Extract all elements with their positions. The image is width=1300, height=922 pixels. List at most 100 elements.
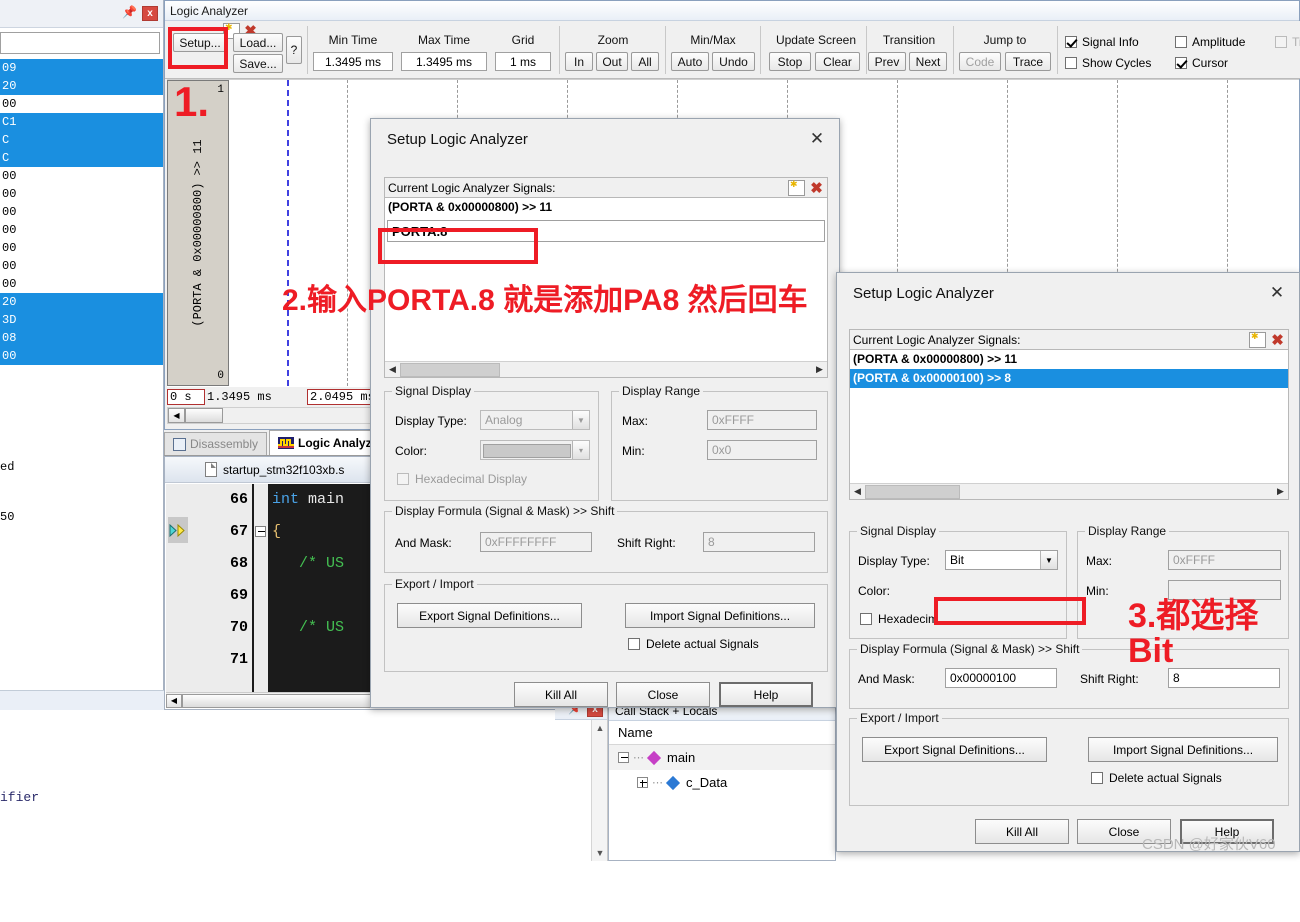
delete-signal-icon[interactable]: ✖ <box>1269 332 1286 349</box>
new-signal-icon[interactable] <box>788 179 805 196</box>
cursor-time-value[interactable]: 0 s <box>167 389 205 405</box>
signal-entry-input[interactable] <box>387 220 825 242</box>
scrollbar-track[interactable] <box>960 485 1273 499</box>
checkbox-icon[interactable] <box>628 638 640 650</box>
transition-next-button[interactable]: Next <box>909 52 947 71</box>
scrollbar-thumb[interactable] <box>865 484 960 499</box>
checkbox-icon[interactable] <box>1175 57 1187 69</box>
checkbox-icon[interactable] <box>1065 57 1077 69</box>
list-item[interactable]: 3D <box>0 311 163 329</box>
checkbox-icon[interactable] <box>860 613 872 625</box>
close-button[interactable]: Close <box>616 682 710 707</box>
jump-to-code-button[interactable]: Code <box>959 52 1001 71</box>
update-clear-button[interactable]: Clear <box>815 52 860 71</box>
and-mask-input[interactable]: 0x00000100 <box>945 668 1057 688</box>
collapse-icon[interactable] <box>618 752 629 763</box>
scrollbar-thumb[interactable] <box>185 408 223 423</box>
display-type-select[interactable]: Bit ▼ <box>945 550 1058 570</box>
min-value-input[interactable]: 0x0 <box>707 440 817 460</box>
checkbox-icon[interactable] <box>397 473 409 485</box>
shift-right-input[interactable]: 8 <box>1168 668 1280 688</box>
list-item[interactable]: C1 <box>0 113 163 131</box>
export-signal-definitions-button[interactable]: Export Signal Definitions... <box>862 737 1047 762</box>
editor-gutter[interactable] <box>166 484 190 692</box>
list-item[interactable]: (PORTA & 0x00000100) >> 8 <box>850 369 1288 388</box>
chevron-down-icon[interactable]: ▾ <box>572 441 589 459</box>
display-type-select[interactable]: Analog ▼ <box>480 410 590 430</box>
import-signal-definitions-button[interactable]: Import Signal Definitions... <box>625 603 815 628</box>
table-row[interactable]: ⋯ c_Data <box>609 770 835 795</box>
left-panel-hex-list[interactable]: 09 20 00 C1 C C 00 00 00 00 00 00 00 20 … <box>0 59 163 365</box>
list-item[interactable]: 00 <box>0 185 163 203</box>
chevron-down-icon[interactable]: ▼ <box>1040 551 1057 569</box>
list-item[interactable]: C <box>0 131 163 149</box>
color-select[interactable]: ▾ <box>480 440 590 460</box>
fold-toggle-icon[interactable] <box>255 526 266 537</box>
checkbox-icon[interactable] <box>1065 36 1077 48</box>
minmax-auto-button[interactable]: Auto <box>671 52 709 71</box>
max-time-value[interactable]: 1.3495 ms <box>401 52 487 71</box>
amplitude-checkbox[interactable]: Amplitude <box>1175 35 1245 49</box>
setup-button[interactable]: Setup... <box>173 33 227 52</box>
list-item[interactable]: 00 <box>0 239 163 257</box>
dialog2-signals-list[interactable]: (PORTA & 0x00000800) >> 11 (PORTA & 0x00… <box>849 350 1289 500</box>
export-signal-definitions-button[interactable]: Export Signal Definitions... <box>397 603 582 628</box>
close-icon[interactable]: ✕ <box>795 124 839 154</box>
list-item[interactable]: (PORTA & 0x00000800) >> 11 <box>385 198 827 217</box>
fold-column[interactable] <box>254 484 268 692</box>
cursor-checkbox[interactable]: Cursor <box>1175 56 1228 70</box>
show-cycles-checkbox[interactable]: Show Cycles <box>1065 56 1151 70</box>
cursor-line[interactable] <box>287 80 289 386</box>
list-item[interactable]: 00 <box>0 347 163 365</box>
scrollbar-track[interactable] <box>500 363 812 377</box>
load-button[interactable]: Load... <box>233 33 283 52</box>
zoom-in-button[interactable]: In <box>565 52 593 71</box>
list-item[interactable]: 00 <box>0 203 163 221</box>
list-item[interactable]: C <box>0 149 163 167</box>
list-hscrollbar[interactable]: ◀ ▶ <box>385 361 827 377</box>
min-time-value[interactable]: 1.3495 ms <box>313 52 393 71</box>
checkbox-icon[interactable] <box>1091 772 1103 784</box>
jump-to-trace-button[interactable]: Trace <box>1005 52 1051 71</box>
left-panel-input[interactable] <box>0 32 160 54</box>
and-mask-input[interactable]: 0xFFFFFFFF <box>480 532 592 552</box>
list-item[interactable]: 08 <box>0 329 163 347</box>
import-signal-definitions-button[interactable]: Import Signal Definitions... <box>1088 737 1278 762</box>
list-item[interactable]: (PORTA & 0x00000800) >> 11 <box>850 350 1288 369</box>
max-value-input[interactable]: 0xFFFF <box>707 410 817 430</box>
shift-right-input[interactable]: 8 <box>703 532 815 552</box>
scroll-up-arrow[interactable]: ▲ <box>592 720 608 736</box>
scrollbar-thumb[interactable] <box>400 362 500 377</box>
list-item[interactable]: 00 <box>0 275 163 293</box>
grid-value[interactable]: 1 ms <box>495 52 551 71</box>
list-item[interactable]: 00 <box>0 95 163 113</box>
save-button[interactable]: Save... <box>233 54 283 73</box>
tab-disassembly[interactable]: Disassembly <box>164 432 268 455</box>
kill-all-button[interactable]: Kill All <box>514 682 608 707</box>
vertical-scrollbar[interactable]: ▲ ▼ <box>591 720 607 861</box>
list-item[interactable]: 20 <box>0 77 163 95</box>
scrollbar-thumb[interactable] <box>182 693 372 708</box>
scroll-left-arrow[interactable]: ◀ <box>385 364 400 375</box>
hexadecimal-display-checkbox[interactable]: Hexadecim <box>860 612 938 626</box>
scroll-left-arrow[interactable]: ◀ <box>166 693 182 708</box>
hexadecimal-display-checkbox[interactable]: Hexadecimal Display <box>397 472 527 486</box>
signal-info-checkbox[interactable]: Signal Info <box>1065 35 1139 49</box>
delete-actual-signals-checkbox[interactable]: Delete actual Signals <box>628 637 759 651</box>
chevron-down-icon[interactable]: ▼ <box>572 411 589 429</box>
close-icon[interactable]: ✕ <box>1255 278 1299 308</box>
minmax-undo-button[interactable]: Undo <box>712 52 755 71</box>
expand-icon[interactable] <box>637 777 648 788</box>
help-button[interactable]: ? <box>286 36 302 64</box>
update-stop-button[interactable]: Stop <box>769 52 811 71</box>
scroll-right-arrow[interactable]: ▶ <box>812 364 827 375</box>
new-signal-icon[interactable] <box>1249 331 1266 348</box>
help-button[interactable]: Help <box>719 682 813 707</box>
scroll-right-arrow[interactable]: ▶ <box>1273 486 1288 497</box>
scroll-left-arrow[interactable]: ◀ <box>850 486 865 497</box>
list-item[interactable]: 09 <box>0 59 163 77</box>
scroll-down-arrow[interactable]: ▼ <box>592 845 608 861</box>
close-icon[interactable]: x <box>142 6 158 21</box>
max-value-input[interactable]: 0xFFFF <box>1168 550 1281 570</box>
delete-actual-signals-checkbox[interactable]: Delete actual Signals <box>1091 771 1222 785</box>
